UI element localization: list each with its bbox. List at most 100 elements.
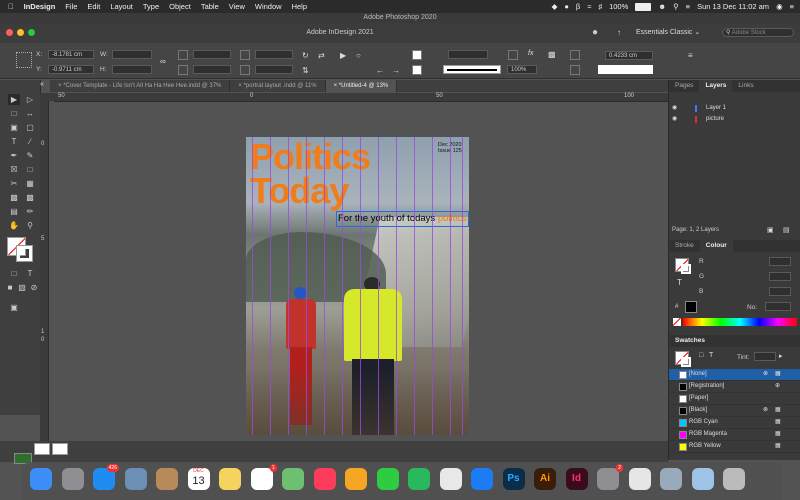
- eye-icon[interactable]: ◉: [672, 103, 677, 114]
- select-previous-icon[interactable]: ←: [376, 66, 384, 75]
- facetime-app-icon[interactable]: [408, 468, 430, 490]
- zoom-tool-icon[interactable]: ⚲: [24, 220, 36, 231]
- scale-x-icon[interactable]: [178, 50, 188, 60]
- reference-point-icon[interactable]: [16, 52, 32, 68]
- tab-pages[interactable]: Pages: [669, 80, 699, 92]
- new-layer-icon[interactable]: ▣: [767, 226, 774, 234]
- ruler-origin[interactable]: [40, 93, 54, 101]
- formatting-container-icon[interactable]: □: [8, 268, 20, 279]
- launchpad-app-icon[interactable]: [61, 468, 84, 490]
- none-color-icon[interactable]: [673, 318, 681, 326]
- menu-layout[interactable]: Layout: [110, 2, 133, 11]
- workspace-switcher[interactable]: Essentials Classic ⌄: [636, 28, 700, 36]
- drop-shadow-icon[interactable]: ▩: [548, 50, 556, 59]
- menu-app-name[interactable]: InDesign: [24, 2, 56, 11]
- black-swatch-chip[interactable]: [685, 301, 697, 313]
- apply-none-icon[interactable]: ⊘: [28, 282, 40, 293]
- fill-swatch-icon[interactable]: [412, 50, 422, 60]
- minimize-window-button[interactable]: [17, 29, 24, 36]
- swatch-rgb-yellow[interactable]: RGB Yellow ▦: [669, 441, 800, 453]
- calendar-app-icon[interactable]: DEC 13: [187, 468, 210, 490]
- select-content-icon[interactable]: ○: [356, 51, 361, 60]
- type-tool-icon[interactable]: T: [8, 136, 20, 147]
- doc-tab-untitled-4[interactable]: × *Untitled-4 @ 13%: [325, 80, 398, 92]
- color-b-field[interactable]: [769, 287, 791, 296]
- screen-mode-icon[interactable]: ▣: [8, 302, 20, 313]
- preview-swatch-icon[interactable]: [34, 443, 50, 455]
- tint-dropdown-arrow-icon[interactable]: ▸: [779, 352, 783, 360]
- close-icon[interactable]: ×: [58, 83, 62, 89]
- layer-row-picture[interactable]: ◉ picture: [669, 114, 800, 125]
- height-field[interactable]: [112, 65, 152, 74]
- color-g-field[interactable]: [769, 272, 791, 281]
- doc-tab-portrait-layout[interactable]: × *portrat layout .indd @ 11%: [230, 80, 326, 92]
- y-position-field[interactable]: -0.9711 cm: [48, 65, 94, 74]
- opacity-field[interactable]: 100%: [507, 65, 537, 74]
- apply-gradient-icon[interactable]: ▧: [16, 282, 28, 293]
- gap-tool-icon[interactable]: ↔: [24, 108, 36, 119]
- vertical-ruler[interactable]: 0 5 1 0: [40, 101, 49, 441]
- stroke-swatch-icon[interactable]: [412, 65, 422, 75]
- indesign-app-icon[interactable]: Id: [565, 468, 588, 490]
- menu-window[interactable]: Window: [255, 2, 282, 11]
- swatch-black[interactable]: [Black] ⊗ ▦: [669, 405, 800, 417]
- fill-stroke-proxy[interactable]: [7, 237, 35, 263]
- swatch-paper[interactable]: [Paper]: [669, 393, 800, 405]
- tab-layers[interactable]: Layers: [699, 80, 733, 92]
- siri-icon[interactable]: ◉: [776, 2, 783, 11]
- color-stroke-proxy-icon[interactable]: [681, 264, 691, 274]
- frame-fitting-icon-2[interactable]: [570, 65, 580, 75]
- text-wrap-icon[interactable]: [508, 50, 518, 60]
- x-position-field[interactable]: -8.1781 cm: [48, 50, 94, 59]
- shear-field[interactable]: [255, 65, 293, 74]
- color-text-icon[interactable]: T: [677, 278, 682, 287]
- illustrator-app-icon[interactable]: Ai: [534, 468, 556, 490]
- swatch-registration[interactable]: [Registration] ⊕: [669, 381, 800, 393]
- share-icon[interactable]: ↑: [617, 28, 621, 37]
- swatch-rgb-cyan[interactable]: RGB Cyan ▦: [669, 417, 800, 429]
- gradient-feather-tool-icon[interactable]: ▩: [24, 192, 36, 203]
- stock-search-input[interactable]: ⚲ Adobe Stock: [722, 28, 794, 37]
- select-next-icon[interactable]: →: [392, 66, 400, 75]
- note-tool-icon[interactable]: ▤: [8, 206, 20, 217]
- finder-app-icon[interactable]: [30, 468, 52, 490]
- flip-vertical-icon[interactable]: ⇅: [302, 66, 309, 75]
- music-app-icon[interactable]: [313, 468, 336, 490]
- rotate-icon[interactable]: [240, 50, 250, 60]
- reminders-app-icon[interactable]: 1: [250, 464, 277, 490]
- gradient-tool-icon[interactable]: ▩: [8, 192, 20, 203]
- photos-app-icon[interactable]: [345, 468, 367, 490]
- maps-app-icon[interactable]: [282, 468, 304, 490]
- stroke-weight-dropdown[interactable]: [448, 50, 488, 59]
- scale-x-field[interactable]: [193, 50, 231, 59]
- zoom-window-button[interactable]: [28, 29, 35, 36]
- swatch-container-icon[interactable]: □: [699, 352, 703, 359]
- menu-object[interactable]: Object: [169, 2, 191, 11]
- wifi-icon[interactable]: ≈: [587, 2, 591, 11]
- content-collector-icon[interactable]: ▣: [8, 122, 20, 133]
- menu-view[interactable]: View: [229, 2, 245, 11]
- scale-y-icon[interactable]: [178, 65, 188, 75]
- swatch-text-icon[interactable]: T: [709, 352, 713, 359]
- horizontal-ruler[interactable]: 50 0 50 100: [54, 93, 668, 102]
- lightbulb-icon[interactable]: ●: [592, 27, 598, 38]
- swatch-none[interactable]: [None] ⊗ ▦: [669, 369, 800, 381]
- panel-menu-icon[interactable]: ≡: [688, 51, 693, 60]
- bluetooth-icon[interactable]: β: [576, 2, 580, 11]
- contacts-app-icon[interactable]: [156, 468, 178, 490]
- preview-app-icon[interactable]: [124, 468, 147, 490]
- menu-table[interactable]: Table: [201, 2, 219, 11]
- menu-help[interactable]: Help: [292, 2, 307, 11]
- pencil-tool-icon[interactable]: ✎: [24, 150, 36, 161]
- constrain-proportions-icon[interactable]: ∞: [160, 57, 166, 66]
- color-r-field[interactable]: [769, 257, 791, 266]
- messages-app-icon[interactable]: [376, 468, 399, 490]
- eye-icon[interactable]: ◉: [672, 114, 677, 125]
- rectangle-frame-tool-icon[interactable]: ☒: [8, 164, 20, 175]
- line-tool-icon[interactable]: ∕: [24, 136, 36, 147]
- screenshot-app-icon[interactable]: [660, 468, 682, 490]
- hex-field[interactable]: [765, 302, 791, 311]
- stroke-type-dropdown[interactable]: [443, 65, 501, 74]
- clock[interactable]: Sun 13 Dec 11:02 am: [697, 2, 769, 11]
- eyedropper-tool-icon[interactable]: ✏: [24, 206, 36, 217]
